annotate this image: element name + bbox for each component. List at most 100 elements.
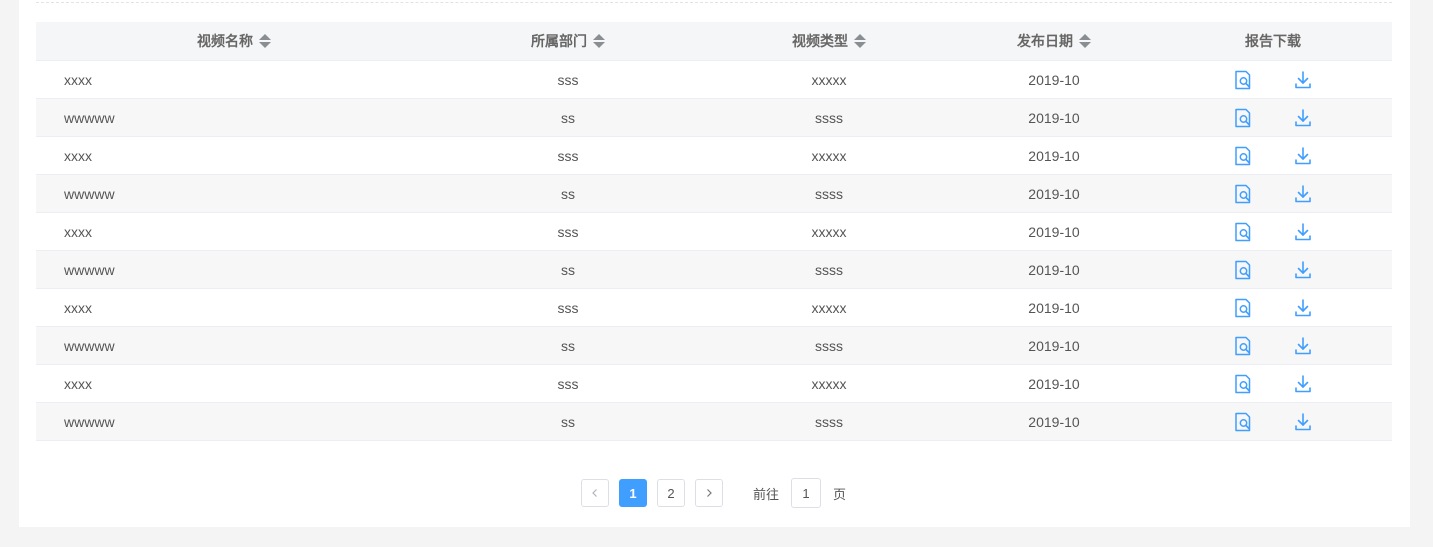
cell-video-name: wwwww bbox=[64, 261, 115, 278]
table-row: wwwww ss ssss 2019-10 bbox=[36, 327, 1392, 365]
goto-suffix: 页 bbox=[833, 486, 847, 502]
download-icon[interactable] bbox=[1293, 108, 1313, 128]
sort-icon[interactable] bbox=[593, 34, 605, 48]
cell-video-name: xxxx bbox=[64, 223, 92, 240]
cell-video-type: xxxxx bbox=[811, 71, 847, 88]
view-report-icon[interactable] bbox=[1233, 184, 1253, 204]
download-icon[interactable] bbox=[1293, 70, 1313, 90]
cell-publish-date: 2019-10 bbox=[1028, 375, 1080, 392]
cell-dept: ss bbox=[561, 413, 575, 430]
chevron-left-icon bbox=[592, 489, 597, 497]
cell-dept: sss bbox=[557, 375, 579, 392]
view-report-icon[interactable] bbox=[1233, 336, 1253, 356]
cell-video-name: wwwww bbox=[64, 185, 115, 202]
view-report-icon[interactable] bbox=[1233, 108, 1253, 128]
view-report-icon[interactable] bbox=[1233, 70, 1253, 90]
divider bbox=[36, 2, 1392, 3]
cell-video-type: ssss bbox=[815, 413, 843, 430]
table-row: xxxx sss xxxxx 2019-10 bbox=[36, 289, 1392, 327]
column-header-date[interactable]: 发布日期 bbox=[954, 31, 1154, 51]
cell-dept: sss bbox=[557, 223, 579, 240]
cell-video-type: xxxxx bbox=[811, 147, 847, 164]
cell-report-actions bbox=[1154, 108, 1392, 128]
cell-publish-date: 2019-10 bbox=[1028, 413, 1080, 430]
download-icon[interactable] bbox=[1293, 374, 1313, 394]
cell-publish-date: 2019-10 bbox=[1028, 299, 1080, 316]
download-icon[interactable] bbox=[1293, 146, 1313, 166]
cell-publish-date: 2019-10 bbox=[1028, 185, 1080, 202]
cell-report-actions bbox=[1154, 260, 1392, 280]
cell-video-type: xxxxx bbox=[811, 375, 847, 392]
cell-video-type: ssss bbox=[815, 337, 843, 354]
cell-video-name: xxxx bbox=[64, 71, 92, 88]
view-report-icon[interactable] bbox=[1233, 260, 1253, 280]
cell-publish-date: 2019-10 bbox=[1028, 109, 1080, 126]
sort-icon[interactable] bbox=[854, 34, 866, 48]
cell-report-actions bbox=[1154, 146, 1392, 166]
cell-video-type: ssss bbox=[815, 185, 843, 202]
pagination: 1 2 前往 1 页 bbox=[581, 478, 846, 508]
view-report-icon[interactable] bbox=[1233, 412, 1253, 432]
download-icon[interactable] bbox=[1293, 298, 1313, 318]
cell-publish-date: 2019-10 bbox=[1028, 223, 1080, 240]
table-row: xxxx sss xxxxx 2019-10 bbox=[36, 137, 1392, 175]
cell-video-name: xxxx bbox=[64, 375, 92, 392]
cell-video-name: wwwww bbox=[64, 337, 115, 354]
view-report-icon[interactable] bbox=[1233, 298, 1253, 318]
cell-video-name: wwwww bbox=[64, 109, 115, 126]
column-header-type[interactable]: 视频类型 bbox=[704, 31, 954, 51]
download-icon[interactable] bbox=[1293, 336, 1313, 356]
cell-video-type: xxxxx bbox=[811, 223, 847, 240]
cell-dept: ss bbox=[561, 261, 575, 278]
download-icon[interactable] bbox=[1293, 222, 1313, 242]
column-header-name[interactable]: 视频名称 bbox=[36, 31, 432, 51]
cell-video-type: ssss bbox=[815, 109, 843, 126]
video-table: 视频名称 所属部门 视频类型 发布日期 报告下载 xxxx sss xxxxx 201… bbox=[36, 22, 1392, 441]
page-button-2[interactable]: 2 bbox=[657, 479, 685, 507]
table-row: xxxx sss xxxxx 2019-10 bbox=[36, 213, 1392, 251]
cell-dept: sss bbox=[557, 147, 579, 164]
cell-dept: ss bbox=[561, 185, 575, 202]
table-row: wwwww ss ssss 2019-10 bbox=[36, 251, 1392, 289]
table-body: xxxx sss xxxxx 2019-10 wwwww ss ssss 2019-10 xxx… bbox=[36, 61, 1392, 441]
sort-icon[interactable] bbox=[1079, 34, 1091, 48]
cell-report-actions bbox=[1154, 298, 1392, 318]
download-icon[interactable] bbox=[1293, 412, 1313, 432]
view-report-icon[interactable] bbox=[1233, 374, 1253, 394]
cell-video-name: wwwww bbox=[64, 413, 115, 430]
download-icon[interactable] bbox=[1293, 184, 1313, 204]
table-row: xxxx sss xxxxx 2019-10 bbox=[36, 365, 1392, 403]
cell-publish-date: 2019-10 bbox=[1028, 147, 1080, 164]
view-report-icon[interactable] bbox=[1233, 146, 1253, 166]
cell-publish-date: 2019-10 bbox=[1028, 71, 1080, 88]
column-header-label: 报告下载 bbox=[1245, 33, 1301, 49]
column-header-label: 视频类型 bbox=[792, 33, 848, 49]
cell-video-type: xxxxx bbox=[811, 299, 847, 316]
cell-publish-date: 2019-10 bbox=[1028, 261, 1080, 278]
cell-dept: ss bbox=[561, 109, 575, 126]
view-report-icon[interactable] bbox=[1233, 222, 1253, 242]
cell-dept: sss bbox=[557, 71, 579, 88]
table-row: wwwww ss ssss 2019-10 bbox=[36, 99, 1392, 137]
cell-report-actions bbox=[1154, 374, 1392, 394]
download-icon[interactable] bbox=[1293, 260, 1313, 280]
table-row: wwwww ss ssss 2019-10 bbox=[36, 403, 1392, 441]
chevron-right-icon bbox=[707, 489, 712, 497]
table-header: 视频名称 所属部门 视频类型 发布日期 报告下载 bbox=[36, 22, 1392, 61]
cell-dept: ss bbox=[561, 337, 575, 354]
column-header-dept[interactable]: 所属部门 bbox=[432, 31, 704, 51]
column-header-label: 所属部门 bbox=[531, 33, 587, 49]
cell-report-actions bbox=[1154, 70, 1392, 90]
table-row: wwwww ss ssss 2019-10 bbox=[36, 175, 1392, 213]
sort-icon[interactable] bbox=[259, 34, 271, 48]
column-header-report: 报告下载 bbox=[1154, 31, 1392, 51]
column-header-label: 发布日期 bbox=[1017, 33, 1073, 49]
cell-video-type: ssss bbox=[815, 261, 843, 278]
next-page-button[interactable] bbox=[695, 479, 723, 507]
cell-video-name: xxxx bbox=[64, 299, 92, 316]
page-button-1[interactable]: 1 bbox=[619, 479, 647, 507]
goto-page-input[interactable]: 1 bbox=[791, 478, 822, 508]
prev-page-button[interactable] bbox=[581, 479, 609, 507]
cell-video-name: xxxx bbox=[64, 147, 92, 164]
column-header-label: 视频名称 bbox=[197, 33, 253, 49]
